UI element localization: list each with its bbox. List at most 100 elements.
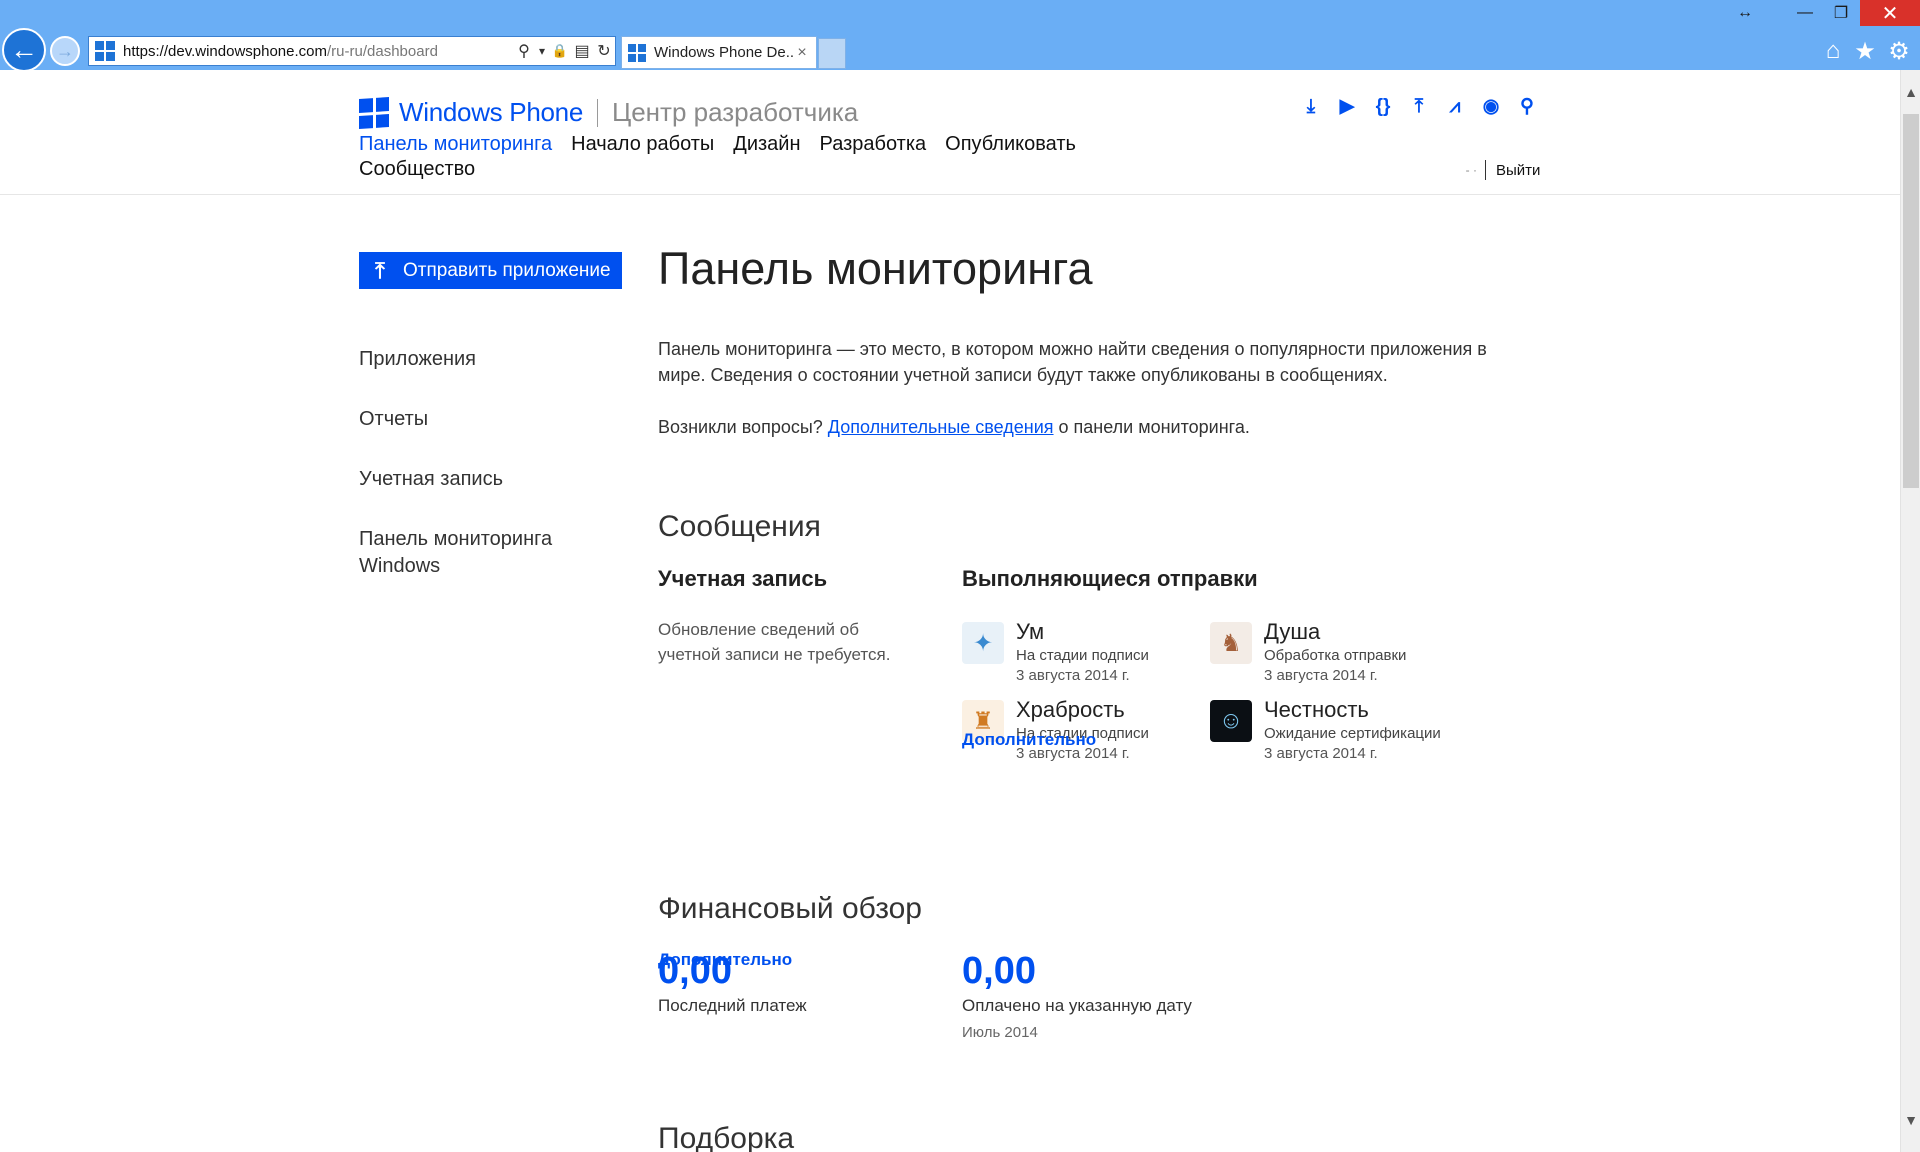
page-title: Панель мониторинга — [658, 243, 1093, 294]
account-text: Обновление сведений об учетной записи не… — [658, 620, 891, 664]
dropdown-icon[interactable]: ▾ — [535, 44, 549, 58]
submissions-heading: Выполняющиеся отправки — [962, 566, 1258, 591]
maximize-icon[interactable]: ❐ — [1826, 0, 1856, 26]
refresh-icon[interactable]: ↻ — [593, 41, 615, 61]
nav-item-4[interactable]: Опубликовать — [945, 132, 1076, 157]
new-tab-button[interactable] — [818, 38, 846, 69]
sidebar-item-2[interactable]: Учетная запись — [359, 466, 599, 493]
side-navigation: Приложения Отчеты Учетная запись Панель мон… — [359, 346, 599, 613]
submission-name[interactable]: Храбрость — [1016, 697, 1149, 723]
compat-view-icon[interactable]: ▤ — [571, 41, 593, 61]
submission-item[interactable]: ♞ Душа Обработка отправки 3 августа 2014 г. — [1210, 619, 1490, 689]
tab-favicon-icon — [628, 43, 646, 62]
submission-name[interactable]: Душа — [1264, 619, 1406, 645]
close-tab-icon[interactable]: × — [794, 44, 810, 62]
scroll-thumb[interactable] — [1903, 114, 1919, 488]
header-icon-bar: ⤓ ▶ {} ⤒ ⩘ ◉ ⚲ — [1300, 96, 1538, 118]
submission-status: На стадии подписи — [1016, 647, 1149, 664]
paid-to-date-label: Оплачено на указанную дату — [962, 996, 1192, 1015]
play-icon[interactable]: ▶ — [1336, 96, 1358, 118]
submission-item[interactable]: ☺ Честность Ожидание сертификации 3 августа… — [1210, 697, 1490, 767]
close-window-icon[interactable]: ✕ — [1860, 0, 1920, 26]
chart-icon[interactable]: ⩘ — [1444, 96, 1466, 118]
logo-divider — [596, 98, 598, 127]
minimize-icon[interactable]: — — [1790, 0, 1820, 26]
user-divider — [1485, 160, 1486, 180]
submission-item[interactable]: ✦ Ум На стадии подписи 3 августа 2014 г. — [962, 619, 1242, 689]
submissions-more-link[interactable]: Дополнительно — [962, 730, 1096, 750]
submission-date: 3 августа 2014 г. — [1264, 745, 1378, 762]
app-tile-icon: ♞ — [1210, 622, 1252, 664]
favorites-star-icon[interactable]: ★ — [1850, 36, 1880, 66]
scroll-down-arrow-icon[interactable]: ▼ — [1901, 1112, 1920, 1128]
site-favicon-icon — [95, 41, 115, 61]
sidebar-item-3[interactable]: Панель мониторинга Windows — [359, 526, 599, 580]
signout-link[interactable]: Выйти — [1496, 162, 1540, 179]
nav-item-5[interactable]: Сообщество — [359, 157, 475, 182]
nav-item-0[interactable]: Панель мониторинга — [359, 132, 552, 157]
home-icon[interactable]: ⌂ — [1818, 36, 1848, 66]
forward-arrow-icon[interactable]: → — [50, 36, 80, 66]
url-text[interactable]: https://dev.windowsphone.com/ru-ru/dashb… — [123, 43, 513, 60]
submission-text: Душа Обработка отправки 3 августа 2014 г. — [1264, 619, 1406, 686]
messages-section-title: Сообщения — [658, 510, 821, 543]
more-info-link[interactable]: Дополнительные сведения — [828, 417, 1054, 437]
submit-app-button[interactable]: ⤒ Отправить приложение — [359, 252, 622, 289]
search-icon[interactable]: ⚲ — [513, 41, 535, 61]
submission-status: Обработка отправки — [1264, 647, 1407, 664]
paid-to-date-block: 0,00 Оплачено на указанную дату Июль 201… — [962, 948, 1262, 1044]
address-bar[interactable]: https://dev.windowsphone.com/ru-ru/dashb… — [88, 36, 616, 66]
upload-icon[interactable]: ⤒ — [1408, 96, 1430, 118]
eye-icon[interactable]: ◉ — [1480, 96, 1502, 118]
browser-chrome: ← → https://dev.windowsphone.com/ru-ru/d… — [0, 0, 1920, 72]
app-tile-icon: ☺ — [1210, 700, 1252, 742]
last-payment-label: Последний платеж — [658, 996, 807, 1015]
main-content: Панель мониторинга Панель мониторинга — … — [658, 240, 1548, 1152]
vertical-scrollbar[interactable]: ▲ ▼ — [1900, 70, 1920, 1152]
nav-item-1[interactable]: Начало работы — [571, 132, 714, 157]
paid-to-date-period: Июль 2014 — [962, 1024, 1038, 1041]
main-navigation: Панель мониторинга Начало работы Дизайн Раз… — [359, 132, 1119, 182]
sidebar-item-1[interactable]: Отчеты — [359, 406, 599, 433]
submissions-in-progress: Выполняющиеся отправки ✦ Ум На стадии подп… — [962, 565, 1548, 762]
nav-item-2[interactable]: Дизайн — [733, 132, 800, 157]
lock-icon[interactable]: 🔒 — [549, 43, 571, 59]
logo-brand-text: Windows Phone — [399, 97, 583, 127]
account-heading: Учетная запись — [658, 566, 828, 591]
url-path: /ru-ru/dashboard — [327, 42, 438, 60]
submission-name[interactable]: Ум — [1016, 619, 1149, 645]
logo-subtitle: Центр разработчика — [611, 97, 859, 127]
questions-text: Возникли вопросы? Дополнительные сведени… — [658, 414, 1548, 440]
url-prefix: https://dev.windowsphone.com — [123, 42, 328, 60]
last-payment-block: 0,00 Последний платеж — [658, 948, 958, 1018]
app-tile-icon: ✦ — [962, 622, 1004, 664]
submission-status: Ожидание сертификации — [1264, 725, 1441, 742]
site-logo[interactable]: Windows Phone Центр разработчика — [359, 96, 859, 129]
user-name[interactable]: - · — [1395, 163, 1485, 177]
sidebar-item-0[interactable]: Приложения — [359, 346, 599, 373]
download-icon[interactable]: ⤓ — [1300, 96, 1322, 118]
submission-text: Честность Ожидание сертификации 3 августа … — [1264, 697, 1441, 764]
upload-icon: ⤒ — [375, 257, 385, 283]
submission-date: 3 августа 2014 г. — [1264, 667, 1378, 684]
picks-section-title: Подборка — [658, 1122, 795, 1152]
account-message: Учетная запись Обновление сведений об уч… — [658, 565, 918, 969]
resize-arrows-icon[interactable]: ↔ — [1730, 0, 1760, 26]
tab-title: Windows Phone De... — [654, 44, 794, 61]
tab-windows-phone[interactable]: Windows Phone De... × — [621, 36, 817, 69]
submission-name[interactable]: Честность — [1264, 697, 1441, 723]
finance-section-title: Финансовый обзор — [658, 892, 922, 925]
nav-item-3[interactable]: Разработка — [820, 132, 927, 157]
paid-to-date-amount: 0,00 — [962, 950, 1036, 992]
code-icon[interactable]: {} — [1372, 96, 1394, 118]
last-payment-amount: 0,00 — [658, 950, 732, 992]
submission-text: Ум На стадии подписи 3 августа 2014 г. — [1016, 619, 1149, 686]
search-icon[interactable]: ⚲ — [1516, 96, 1538, 118]
questions-prefix: Возникли вопросы? — [658, 417, 828, 437]
submissions-grid: ✦ Ум На стадии подписи 3 августа 2014 г. ♞ Ду… — [962, 619, 1548, 779]
back-arrow-icon[interactable]: ← — [2, 28, 46, 72]
scroll-up-arrow-icon[interactable]: ▲ — [1901, 84, 1920, 100]
gear-icon[interactable]: ⚙ — [1884, 36, 1914, 66]
windows-logo-icon — [359, 96, 389, 129]
user-area: - · Выйти — [1395, 160, 1540, 180]
